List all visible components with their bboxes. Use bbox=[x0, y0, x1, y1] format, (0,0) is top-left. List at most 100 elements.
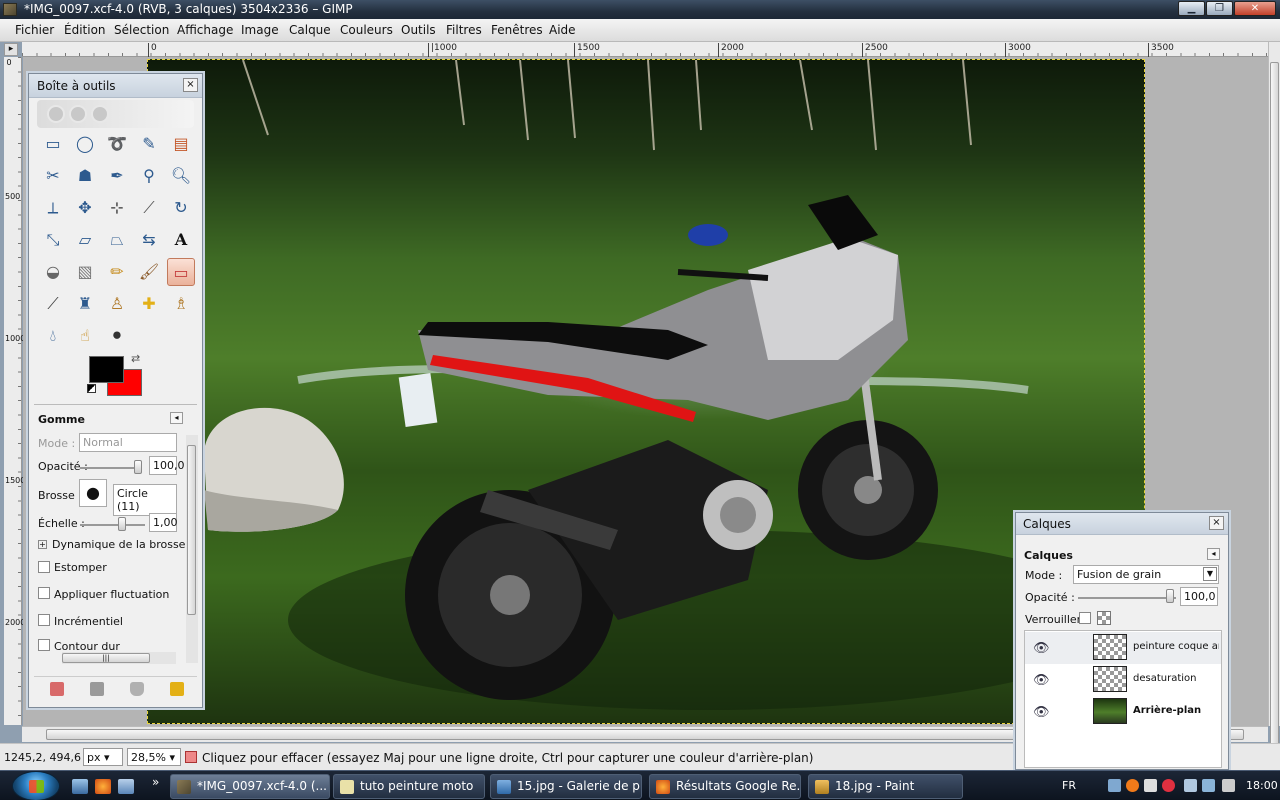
opacity-slider-track[interactable] bbox=[80, 467, 140, 469]
layer-row[interactable]: 👁︎ desaturation bbox=[1025, 664, 1221, 696]
wilber-drop-zone[interactable] bbox=[37, 100, 194, 128]
flip-icon[interactable]: ⇆ bbox=[135, 226, 163, 254]
brush-preview[interactable]: ● bbox=[79, 479, 107, 507]
scissors-icon[interactable]: ✂ bbox=[39, 162, 67, 190]
quicklaunch-overflow-icon[interactable]: » bbox=[152, 775, 159, 789]
menu-filtres[interactable]: Filtres bbox=[446, 23, 482, 37]
restore-options-icon[interactable] bbox=[90, 682, 104, 696]
shear-icon[interactable]: ▱ bbox=[71, 226, 99, 254]
opacity-value[interactable]: 100,0 bbox=[149, 456, 185, 475]
menu-image[interactable]: Image bbox=[241, 23, 279, 37]
layer-opacity-value[interactable]: 100,0 bbox=[1180, 587, 1218, 606]
incremental-checkbox[interactable] bbox=[38, 614, 50, 626]
menu-calque[interactable]: Calque bbox=[289, 23, 331, 37]
text-icon[interactable]: A bbox=[167, 226, 195, 254]
menu-selection[interactable]: Sélection bbox=[114, 23, 169, 37]
switch-windows-icon[interactable] bbox=[118, 779, 134, 794]
menu-outils[interactable]: Outils bbox=[401, 23, 436, 37]
airbrush-icon[interactable]: ⟋ bbox=[39, 290, 67, 318]
perspective-clone-icon[interactable]: ♗ bbox=[167, 290, 195, 318]
media-tray-icon[interactable] bbox=[1144, 779, 1157, 792]
layer-row[interactable]: 👁︎ peinture coque arrière bbox=[1025, 632, 1221, 664]
toolbox-close-button[interactable]: × bbox=[183, 78, 198, 92]
layers-close-button[interactable]: × bbox=[1209, 516, 1224, 530]
perspective-icon[interactable]: ⏢ bbox=[103, 226, 131, 254]
scale-value[interactable]: 1,00 bbox=[149, 513, 178, 532]
fuzzy-select-icon[interactable]: ✎ bbox=[135, 130, 163, 158]
heal-icon[interactable]: ✚ bbox=[135, 290, 163, 318]
smudge-icon[interactable]: ☝ bbox=[71, 322, 99, 350]
opacity-slider-handle[interactable] bbox=[134, 460, 142, 474]
minimize-button[interactable]: ▁ bbox=[1178, 1, 1205, 16]
dodge-burn-icon[interactable]: ⚫ bbox=[103, 322, 131, 350]
mode-select[interactable]: Normal bbox=[79, 433, 177, 452]
measure-icon[interactable]: ⟂ bbox=[39, 194, 67, 222]
paths-icon[interactable]: ✒ bbox=[103, 162, 131, 190]
show-desktop-icon[interactable] bbox=[72, 779, 88, 794]
menu-couleurs[interactable]: Couleurs bbox=[340, 23, 393, 37]
network-tray-icon[interactable] bbox=[1108, 779, 1121, 792]
app-tray-icon[interactable] bbox=[1126, 779, 1139, 792]
language-indicator[interactable]: FR bbox=[1062, 779, 1076, 792]
motorcycle-photo[interactable] bbox=[147, 59, 1145, 724]
foreground-color-swatch[interactable] bbox=[89, 356, 124, 383]
horizontal-ruler[interactable]: 0 |1000 1500 2000 2500 3000 3500 bbox=[22, 42, 1268, 57]
task-notepad[interactable]: tuto peinture moto bbox=[333, 774, 485, 799]
layers-menu-button[interactable]: ◂ bbox=[1207, 548, 1220, 560]
antivirus-tray-icon[interactable] bbox=[1162, 779, 1175, 792]
zoom-select[interactable]: 28,5% ▾ bbox=[127, 748, 181, 766]
lock-alpha-icon[interactable] bbox=[1097, 611, 1111, 625]
estomper-checkbox[interactable] bbox=[38, 561, 50, 573]
align-icon[interactable]: ⊹ bbox=[103, 194, 131, 222]
default-colors-icon[interactable] bbox=[87, 384, 96, 393]
layer-opacity-slider-handle[interactable] bbox=[1166, 589, 1174, 603]
blend-icon[interactable]: ▧ bbox=[71, 258, 99, 286]
scale-slider-track[interactable] bbox=[80, 524, 145, 526]
canvas-vertical-scrollbar[interactable] bbox=[1268, 42, 1280, 752]
task-paint[interactable]: 18.jpg - Paint bbox=[808, 774, 963, 799]
delete-options-icon[interactable] bbox=[130, 682, 144, 696]
reset-options-icon[interactable] bbox=[170, 682, 184, 696]
scrollbar-thumb[interactable]: ||| bbox=[62, 653, 150, 663]
scrollbar-thumb[interactable] bbox=[187, 445, 196, 615]
monitor-tray-icon[interactable] bbox=[1184, 779, 1197, 792]
start-button[interactable] bbox=[12, 771, 60, 800]
task-firefox[interactable]: Résultats Google Re... bbox=[649, 774, 801, 799]
task-gallery[interactable]: 15.jpg - Galerie de p... bbox=[490, 774, 642, 799]
crop-icon[interactable]: ⟋ bbox=[135, 194, 163, 222]
foreground-select-icon[interactable]: ☗ bbox=[71, 162, 99, 190]
connection-tray-icon[interactable] bbox=[1202, 779, 1215, 792]
scale-icon[interactable]: ⤡ bbox=[39, 226, 67, 254]
hard-edge-checkbox[interactable] bbox=[38, 639, 50, 651]
lasso-icon[interactable]: ➰ bbox=[103, 130, 131, 158]
move-icon[interactable]: ✥ bbox=[71, 194, 99, 222]
brush-name[interactable]: Circle (11) bbox=[113, 484, 177, 516]
quick-mask-corner-button[interactable]: ▸ bbox=[4, 43, 18, 56]
eye-icon[interactable]: 👁︎ bbox=[1033, 641, 1050, 656]
close-button[interactable]: ✕ bbox=[1234, 1, 1276, 16]
expander-icon[interactable]: + bbox=[38, 540, 47, 549]
tool-options-menu-button[interactable]: ◂ bbox=[170, 412, 183, 424]
brush-dynamics-expander[interactable]: Dynamique de la brosse bbox=[52, 538, 185, 551]
zoom-icon[interactable]: 🔍︎ bbox=[167, 162, 195, 190]
rect-select-icon[interactable]: ▭ bbox=[39, 130, 67, 158]
firefox-icon[interactable] bbox=[95, 779, 111, 794]
layer-row[interactable]: 👁︎ Arrière-plan bbox=[1025, 696, 1221, 728]
toolbox-title-bar[interactable]: Boîte à outils × bbox=[29, 74, 202, 98]
bucket-fill-icon[interactable]: ◒ bbox=[39, 258, 67, 286]
lock-pixels-checkbox[interactable] bbox=[1079, 612, 1091, 624]
rotate-icon[interactable]: ↻ bbox=[167, 194, 195, 222]
fluctuation-checkbox[interactable] bbox=[38, 587, 50, 599]
paintbrush-icon[interactable]: 🖌︎ bbox=[135, 258, 163, 286]
eraser-icon[interactable]: ▭ bbox=[167, 258, 195, 286]
color-select-icon[interactable]: ▤ bbox=[167, 130, 195, 158]
save-options-icon[interactable] bbox=[50, 682, 64, 696]
vertical-ruler[interactable]: 0 500 1000 1500 2000 bbox=[4, 57, 25, 725]
clone-icon[interactable]: ♙ bbox=[103, 290, 131, 318]
ellipse-select-icon[interactable]: ◯ bbox=[71, 130, 99, 158]
ink-icon[interactable]: ♜ bbox=[71, 290, 99, 318]
menu-edition[interactable]: Édition bbox=[64, 23, 106, 37]
unit-select[interactable]: px ▾ bbox=[83, 748, 123, 766]
pencil-icon[interactable]: ✏ bbox=[103, 258, 131, 286]
blur-icon[interactable]: 💧︎ bbox=[39, 322, 67, 350]
